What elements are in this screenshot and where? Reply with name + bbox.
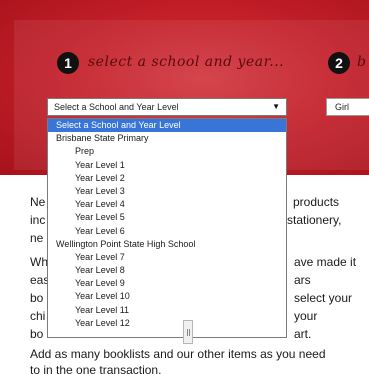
resize-grip-icon[interactable] (183, 320, 193, 344)
step-2-number: 2 (335, 55, 343, 71)
dropdown-group-label: Wellington Point State High School (56, 238, 196, 249)
dropdown-option[interactable]: Year Level 6 (48, 225, 286, 238)
dropdown-option[interactable]: Year Level 7 (48, 251, 286, 264)
dropdown-option[interactable]: Year Level 9 (48, 277, 286, 290)
dropdown-option[interactable]: Year Level 4 (48, 198, 286, 211)
info-line-3-right: select your (294, 291, 353, 305)
intro-line-3-left: ne (30, 231, 44, 245)
school-year-select-value: Select a School and Year Level (54, 102, 179, 112)
info-line-3-left: bo (30, 291, 44, 305)
dropdown-option[interactable]: Year Level 10 (48, 290, 286, 303)
dropdown-option[interactable]: Prep (48, 145, 286, 158)
add-booklists-line-2: to in the one transaction. (30, 363, 162, 374)
add-booklists-line-1: Add as many booklists and our other item… (30, 347, 326, 361)
step-2-badge: 2 (328, 52, 350, 74)
step-1-badge: 1 (57, 52, 79, 74)
school-year-select[interactable]: Select a School and Year Level ▼ (47, 98, 287, 116)
intro-line-1-right: products (293, 195, 340, 209)
info-line-4-left: chi (30, 309, 46, 323)
info-line-5-right: art. (294, 327, 312, 341)
info-line-1-right: ave made it (294, 255, 357, 269)
info-line-5-left: bo (30, 327, 44, 341)
dropdown-option[interactable]: Year Level 8 (48, 264, 286, 277)
dropdown-option[interactable]: Year Level 1 (48, 159, 286, 172)
dropdown-option[interactable]: Year Level 2 (48, 172, 286, 185)
intro-line-2-right: stationery, (287, 213, 342, 227)
dropdown-option[interactable]: Year Level 3 (48, 185, 286, 198)
dropdown-option[interactable]: Year Level 11 (48, 304, 286, 317)
dropdown-option[interactable]: Year Level 12 (48, 317, 286, 330)
step-1-number: 1 (64, 55, 72, 71)
info-line-1-left: Wh (30, 255, 48, 269)
school-year-dropdown-list[interactable]: Select a School and Year Level Brisbane S… (47, 118, 287, 338)
gender-select[interactable]: Girl (326, 98, 369, 116)
step-2-label: b (357, 54, 367, 70)
info-line-2-right: ars (294, 273, 311, 287)
info-line-4-right: your (294, 309, 318, 323)
dropdown-arrow-icon[interactable]: ▼ (272, 99, 280, 115)
gender-select-value: Girl (335, 102, 349, 112)
intro-line-1-left: Ne (30, 195, 46, 209)
step-1-label: select a school and year... (88, 54, 285, 70)
intro-line-2-left: inc (30, 213, 46, 227)
dropdown-option[interactable]: Select a School and Year Level (48, 119, 286, 133)
dropdown-group-label: Brisbane State Primary (56, 133, 149, 144)
dropdown-option[interactable]: Year Level 5 (48, 211, 286, 224)
